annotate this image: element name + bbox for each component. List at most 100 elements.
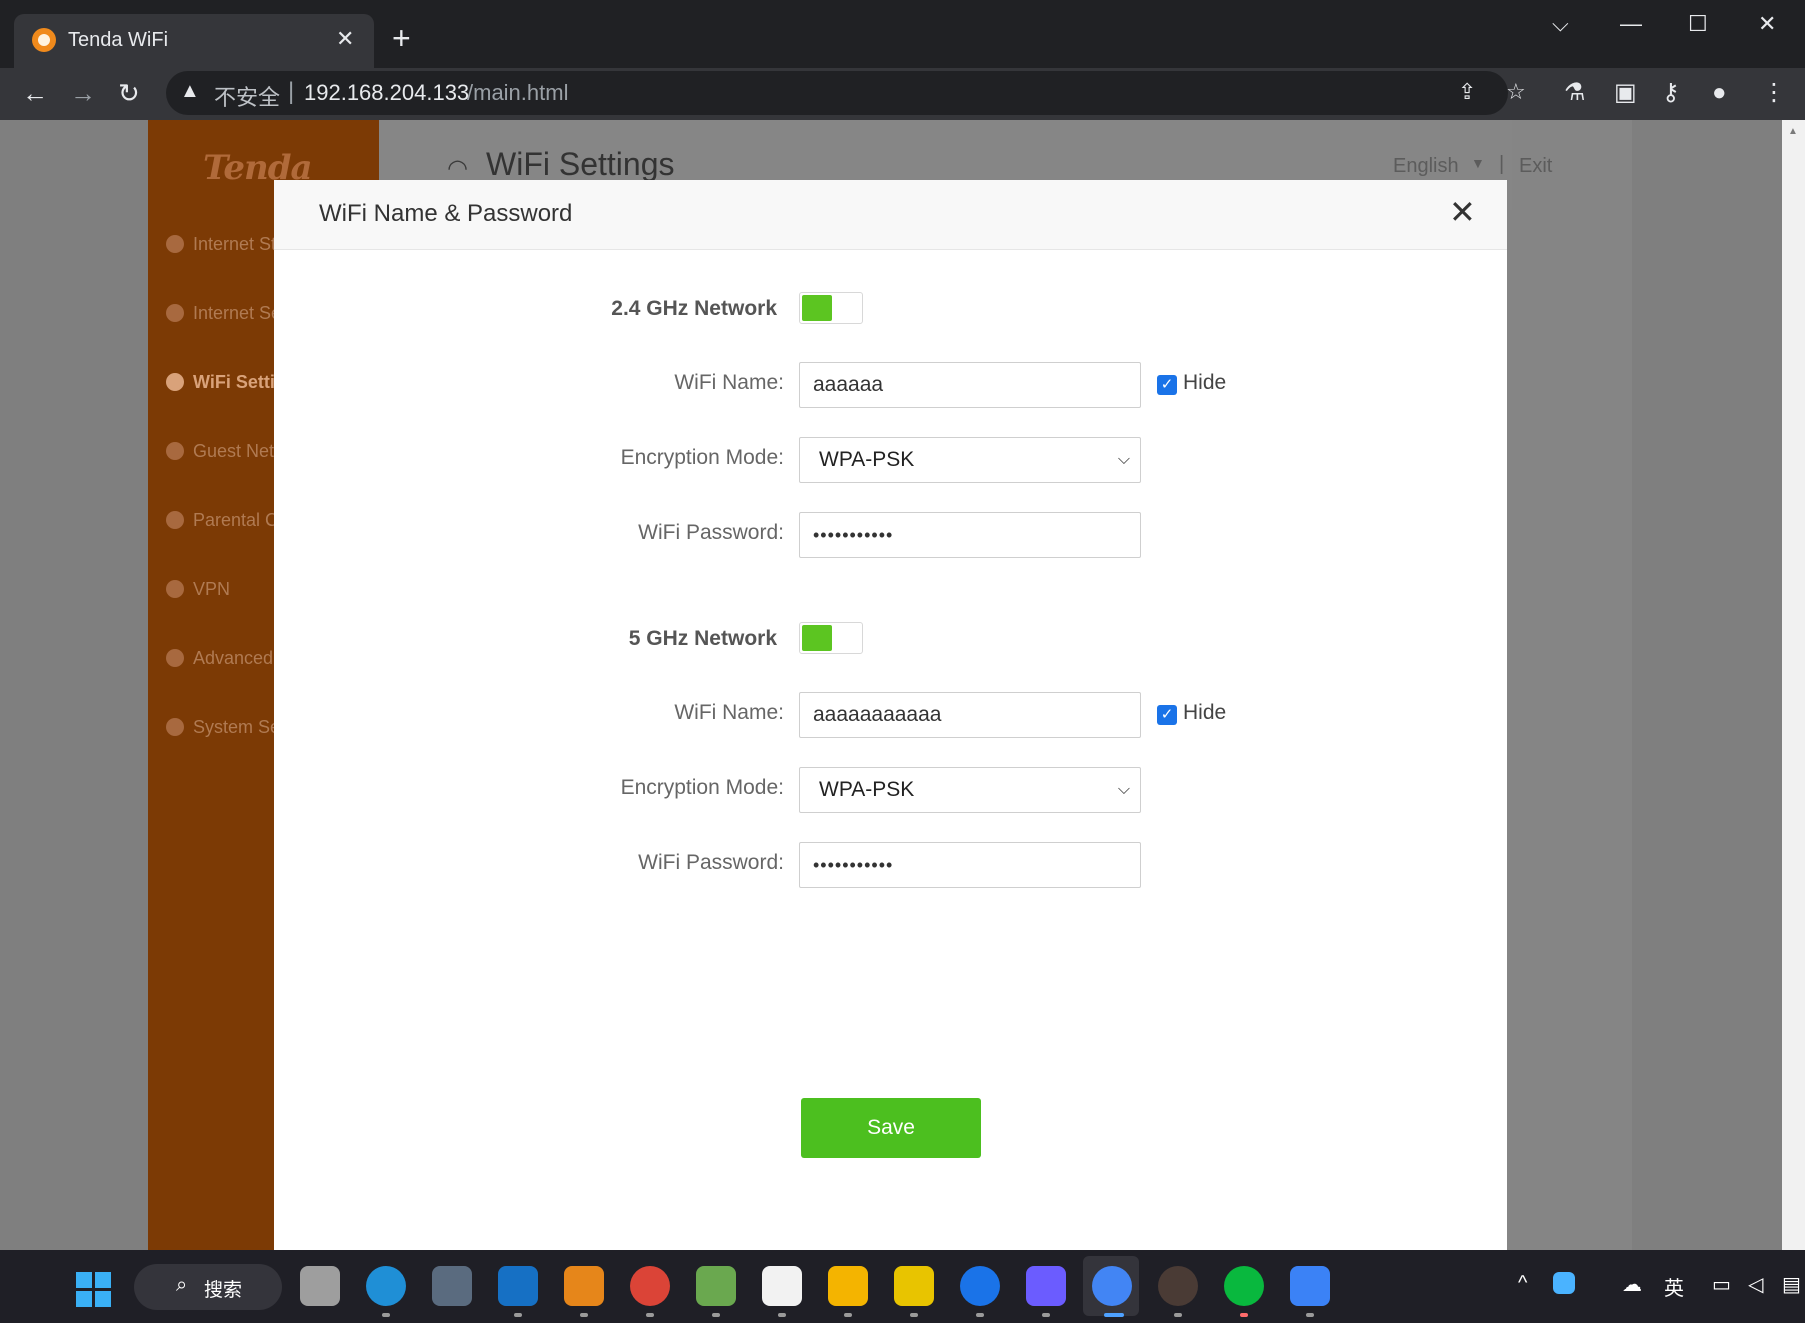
pdf-icon[interactable] [894,1266,934,1306]
notes-icon[interactable] [1290,1266,1330,1306]
address-bar[interactable]: ▲ 不安全 | 192.168.204.133 /main.html ⇪ ☆ [166,71,1526,115]
toggle-24ghz-network[interactable] [799,292,863,324]
sidebar-item-label: System Se [193,717,281,737]
minimize-button[interactable]: — [1620,10,1642,38]
dialog-header: WiFi Name & Password ✕ [274,180,1507,250]
chevron-down-icon[interactable]: ▼ [1471,155,1485,171]
wifi-icon [166,373,184,391]
menu-icon[interactable]: ⋮ [1762,78,1786,108]
encryption-mode-label: Encryption Mode: [620,776,784,799]
app-running-indicator [1174,1313,1182,1317]
notification-icon[interactable]: ▤ [1782,1272,1801,1297]
select-value: WPA-PSK [819,448,915,471]
start-windows-icon[interactable] [76,1272,112,1308]
security-status[interactable]: 不安全 [214,80,280,112]
back-button[interactable]: ← [22,76,48,110]
chrome-dev-icon[interactable] [1092,1266,1132,1306]
app-running-indicator [778,1313,786,1317]
ime-indicator[interactable]: 英 [1664,1272,1684,1301]
scroll-up-icon[interactable]: ▲ [1788,126,1798,137]
wechat-icon[interactable] [1224,1266,1264,1306]
save-button[interactable]: Save [801,1098,981,1158]
wifi-password-input-24ghz[interactable]: ••••••••••• [799,512,1141,558]
app-running-indicator [1306,1313,1314,1317]
warning-icon: ▲ [180,80,200,102]
avatar-app-icon[interactable] [1158,1266,1198,1306]
sidepanel-icon[interactable]: ▣ [1614,78,1637,108]
chevron-up-icon[interactable]: ^ [1518,1272,1527,1295]
app-running-indicator [382,1313,390,1317]
labs-icon[interactable]: ⚗ [1564,78,1586,108]
sidebar-item-guest-network[interactable]: Guest Net [166,441,274,462]
globe-icon [166,304,184,322]
cloud-icon[interactable]: ☁ [1622,1272,1642,1297]
new-tab-button[interactable]: + [392,22,411,54]
close-window-button[interactable]: ✕ [1758,10,1776,38]
app-icon[interactable] [564,1266,604,1306]
wrench-icon [166,649,184,667]
taskbar: ⌕ 搜索 ^ ☁ 英 ▭ ◁ ▤ [0,1250,1805,1323]
browser-title-bar: Tenda WiFi ✕ + ⌵ — ☐ ✕ [0,0,1805,68]
sidebar-item-advanced[interactable]: Advanced [166,648,273,669]
wifi-name-input-24ghz[interactable]: aaaaaa [799,362,1141,408]
star-icon[interactable]: ☆ [1506,79,1526,105]
sidebar-item-wifi-settings[interactable]: WiFi Setti [166,372,275,393]
close-icon[interactable]: ✕ [1449,196,1476,228]
typora-icon[interactable] [762,1266,802,1306]
wifi-password-input-5ghz[interactable]: ••••••••••• [799,842,1141,888]
task-view-icon[interactable] [300,1266,340,1306]
tab-search-dropdown-icon[interactable]: ⌵ [1552,10,1569,38]
browser-tab[interactable]: Tenda WiFi ✕ [14,14,374,68]
sidebar-item-label: Guest Net [193,441,275,461]
sidebar-item-label: WiFi Setti [193,372,275,392]
sidebar-item-system-settings[interactable]: System Se [166,717,280,738]
virtualbox-icon[interactable] [432,1266,472,1306]
encryption-mode-label: Encryption Mode: [620,446,784,469]
encryption-mode-select-5ghz[interactable]: WPA-PSK ⌵ [799,767,1141,813]
toggle-5ghz-network[interactable] [799,622,863,654]
chrome-icon[interactable] [630,1266,670,1306]
volume-icon[interactable]: ◁ [1748,1272,1763,1297]
app-running-indicator [976,1313,984,1317]
taskbar-search[interactable]: ⌕ 搜索 [134,1264,282,1310]
search-app-icon[interactable] [960,1266,1000,1306]
network-icon[interactable]: ▭ [1712,1272,1731,1297]
wifi-name-input-5ghz[interactable]: aaaaaaaaaaa [799,692,1141,738]
page-title: WiFi Settings [486,146,675,182]
hide-label[interactable]: Hide [1183,371,1226,395]
sidebar-item-label: Parental C [193,510,279,530]
section-label-24ghz: 2.4 GHz Network [611,297,777,320]
outlook-icon[interactable] [498,1266,538,1306]
reload-button[interactable]: ↻ [118,76,140,110]
key-icon[interactable]: ⚷ [1662,78,1680,108]
tenda-favicon-icon [32,28,56,52]
hide-label[interactable]: Hide [1183,701,1226,725]
internet-status-icon [166,235,184,253]
editor-icon[interactable] [696,1266,736,1306]
sidebar-item-parental-control[interactable]: Parental C [166,510,278,531]
tray-app-icon[interactable] [1553,1272,1575,1294]
lightning-app-icon[interactable] [1026,1266,1066,1306]
sidebar-item-vpn[interactable]: VPN [166,579,230,600]
sidebar-item-internet-status[interactable]: Internet St [166,234,276,255]
hide-checkbox-5ghz[interactable]: ✓ [1157,705,1177,725]
forward-button[interactable]: → [70,76,96,110]
wifi-name-password-dialog: WiFi Name & Password ✕ 2.4 GHz Network W… [274,180,1507,1250]
maximize-button[interactable]: ☐ [1688,10,1708,38]
url-path: /main.html [467,80,569,105]
edge-icon[interactable] [366,1266,406,1306]
encryption-mode-select-24ghz[interactable]: WPA-PSK ⌵ [799,437,1141,483]
app-running-indicator [580,1313,588,1317]
file-explorer-icon[interactable] [828,1266,868,1306]
exit-link[interactable]: Exit [1519,155,1552,178]
share-icon[interactable]: ⇪ [1458,79,1476,105]
language-selector[interactable]: English [1393,155,1459,178]
sidebar-item-internet-settings[interactable]: Internet Se [166,303,281,324]
hide-checkbox-24ghz[interactable]: ✓ [1157,375,1177,395]
tab-close-icon[interactable]: ✕ [336,26,354,52]
header-separator: | [1499,153,1505,175]
page-scrollbar[interactable]: ▲ [1782,120,1805,1250]
profile-icon[interactable]: ● [1712,78,1727,108]
app-running-indicator [1240,1313,1248,1317]
browser-toolbar: ← → ↻ ▲ 不安全 | 192.168.204.133 /main.html… [0,68,1805,120]
